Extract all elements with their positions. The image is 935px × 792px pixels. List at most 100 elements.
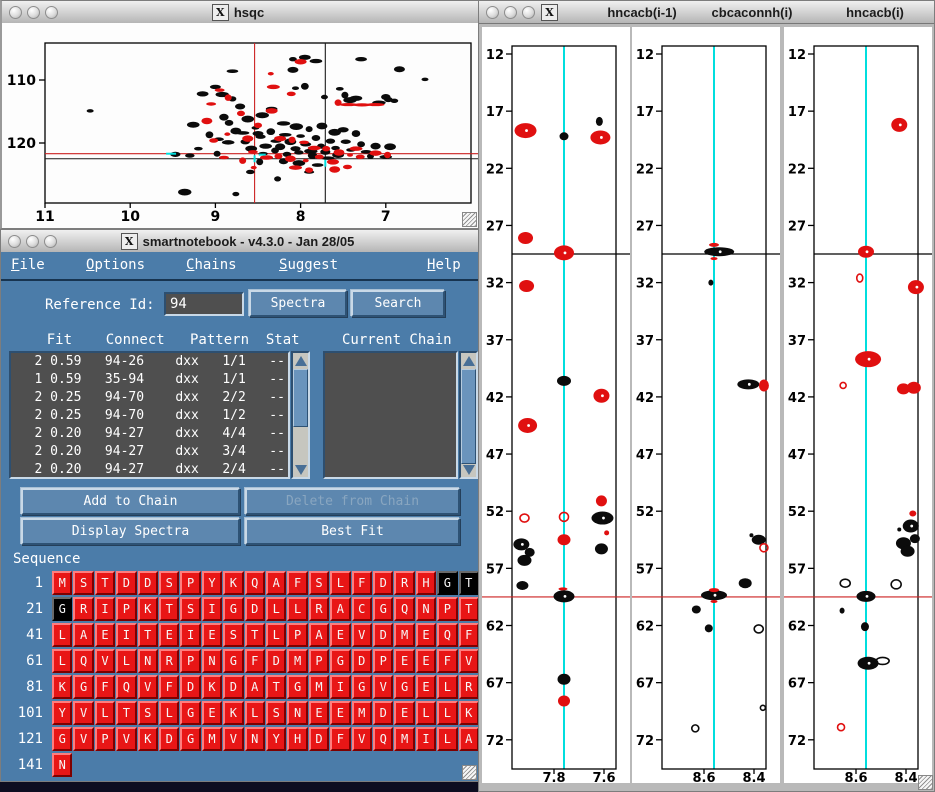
minimize-button[interactable] xyxy=(26,235,39,248)
sequence-cell-48[interactable]: E xyxy=(202,623,222,647)
sequence-cell-68[interactable]: N xyxy=(202,649,222,673)
sequence-cell-71[interactable]: D xyxy=(266,649,286,673)
reference-id-input[interactable] xyxy=(164,292,244,316)
sequence-cell-96[interactable]: V xyxy=(373,675,393,699)
sequence-cell-93[interactable]: M xyxy=(309,675,329,699)
zoom-button[interactable] xyxy=(44,235,57,248)
sequence-cell-51[interactable]: L xyxy=(266,623,286,647)
sequence-cell-107[interactable]: G xyxy=(180,701,200,725)
fit-scrollbar[interactable] xyxy=(291,351,310,479)
sequence-cell-131[interactable]: Y xyxy=(266,727,286,751)
sequence-cell-79[interactable]: F xyxy=(437,649,457,673)
sequence-cell-78[interactable]: E xyxy=(416,649,436,673)
sequence-cell-7[interactable]: P xyxy=(180,571,200,595)
sequence-cell-4[interactable]: D xyxy=(116,571,136,595)
sequence-cell-115[interactable]: M xyxy=(352,701,372,725)
sequence-cell-91[interactable]: T xyxy=(266,675,286,699)
sequence-cell-101[interactable]: Y xyxy=(52,701,72,725)
fit-list-row[interactable]: 2 0.25 94-70 dxx 1/2 -- xyxy=(11,407,288,425)
sequence-cell-58[interactable]: E xyxy=(416,623,436,647)
sequence-cell-124[interactable]: V xyxy=(116,727,136,751)
scroll-up-icon[interactable] xyxy=(293,353,308,368)
sequence-cell-14[interactable]: L xyxy=(330,571,350,595)
sequence-cell-43[interactable]: E xyxy=(95,623,115,647)
sequence-cell-61[interactable]: L xyxy=(52,649,72,673)
sequence-cell-73[interactable]: P xyxy=(309,649,329,673)
sequence-cell-106[interactable]: L xyxy=(159,701,179,725)
sequence-cell-41[interactable]: L xyxy=(52,623,72,647)
minimize-button[interactable] xyxy=(504,6,517,19)
sequence-cell-113[interactable]: E xyxy=(309,701,329,725)
sequence-cell-56[interactable]: D xyxy=(373,623,393,647)
sequence-cell-84[interactable]: Q xyxy=(116,675,136,699)
sequence-cell-55[interactable]: V xyxy=(352,623,372,647)
sequence-cell-111[interactable]: S xyxy=(266,701,286,725)
resize-grip[interactable] xyxy=(918,775,933,790)
sequence-cell-130[interactable]: N xyxy=(245,727,265,751)
sequence-cell-105[interactable]: S xyxy=(138,701,158,725)
minimize-button[interactable] xyxy=(27,6,40,19)
sequence-cell-64[interactable]: L xyxy=(116,649,136,673)
scroll-down-icon[interactable] xyxy=(461,462,476,477)
sequence-cell-26[interactable]: T xyxy=(159,597,179,621)
chain-scrollbar[interactable] xyxy=(459,351,478,479)
search-button[interactable]: Search xyxy=(351,290,445,317)
sequence-cell-138[interactable]: I xyxy=(416,727,436,751)
sequence-cell-53[interactable]: A xyxy=(309,623,329,647)
sequence-cell-32[interactable]: L xyxy=(287,597,307,621)
sequence-cell-123[interactable]: P xyxy=(95,727,115,751)
sequence-cell-28[interactable]: I xyxy=(202,597,222,621)
sequence-cell-42[interactable]: A xyxy=(73,623,93,647)
menu-suggest[interactable]: Suggest xyxy=(279,257,338,273)
menu-file[interactable]: File xyxy=(11,257,45,273)
sequence-cell-114[interactable]: E xyxy=(330,701,350,725)
fit-list-row[interactable]: 2 0.20 94-27 dxx 4/4 -- xyxy=(11,425,288,443)
sequence-cell-1[interactable]: M xyxy=(52,571,72,595)
sequence-cell-141[interactable]: N xyxy=(52,753,72,777)
sequence-cell-11[interactable]: A xyxy=(266,571,286,595)
sequence-cell-95[interactable]: G xyxy=(352,675,372,699)
hsqc-titlebar[interactable]: X hsqc xyxy=(2,1,478,24)
sequence-cell-30[interactable]: D xyxy=(245,597,265,621)
sequence-cell-89[interactable]: D xyxy=(223,675,243,699)
sequence-cell-40[interactable]: T xyxy=(459,597,479,621)
sequence-cell-99[interactable]: L xyxy=(437,675,457,699)
sequence-cell-6[interactable]: S xyxy=(159,571,179,595)
close-button[interactable] xyxy=(9,6,22,19)
sequence-cell-132[interactable]: H xyxy=(287,727,307,751)
sequence-cell-94[interactable]: I xyxy=(330,675,350,699)
sequence-cell-67[interactable]: P xyxy=(180,649,200,673)
sequence-cell-21[interactable]: G xyxy=(52,597,72,621)
sequence-cell-139[interactable]: L xyxy=(437,727,457,751)
sequence-cell-74[interactable]: G xyxy=(330,649,350,673)
sequence-cell-133[interactable]: D xyxy=(309,727,329,751)
sequence-cell-12[interactable]: F xyxy=(287,571,307,595)
sequence-cell-13[interactable]: S xyxy=(309,571,329,595)
sequence-cell-35[interactable]: C xyxy=(352,597,372,621)
sequence-cell-65[interactable]: N xyxy=(138,649,158,673)
sequence-cell-72[interactable]: M xyxy=(287,649,307,673)
menu-options[interactable]: Options xyxy=(86,257,145,273)
sequence-cell-88[interactable]: K xyxy=(202,675,222,699)
menu-chains[interactable]: Chains xyxy=(186,257,237,273)
sequence-cell-110[interactable]: L xyxy=(245,701,265,725)
sequence-cell-75[interactable]: D xyxy=(352,649,372,673)
sequence-cell-69[interactable]: G xyxy=(223,649,243,673)
sequence-cell-49[interactable]: S xyxy=(223,623,243,647)
sequence-cell-17[interactable]: R xyxy=(394,571,414,595)
sequence-cell-137[interactable]: M xyxy=(394,727,414,751)
sequence-cell-63[interactable]: V xyxy=(95,649,115,673)
sequence-cell-31[interactable]: L xyxy=(266,597,286,621)
sequence-cell-77[interactable]: E xyxy=(394,649,414,673)
sequence-cell-80[interactable]: V xyxy=(459,649,479,673)
sequence-cell-83[interactable]: F xyxy=(95,675,115,699)
close-button[interactable] xyxy=(8,235,21,248)
scroll-up-icon[interactable] xyxy=(461,353,476,368)
sequence-cell-102[interactable]: V xyxy=(73,701,93,725)
sequence-cell-127[interactable]: G xyxy=(180,727,200,751)
sequence-cell-136[interactable]: Q xyxy=(373,727,393,751)
sequence-cell-45[interactable]: T xyxy=(138,623,158,647)
fit-list-row[interactable]: 2 0.25 94-70 dxx 2/2 -- xyxy=(11,389,288,407)
sequence-cell-19[interactable]: G xyxy=(437,571,457,595)
sequence-cell-119[interactable]: L xyxy=(437,701,457,725)
